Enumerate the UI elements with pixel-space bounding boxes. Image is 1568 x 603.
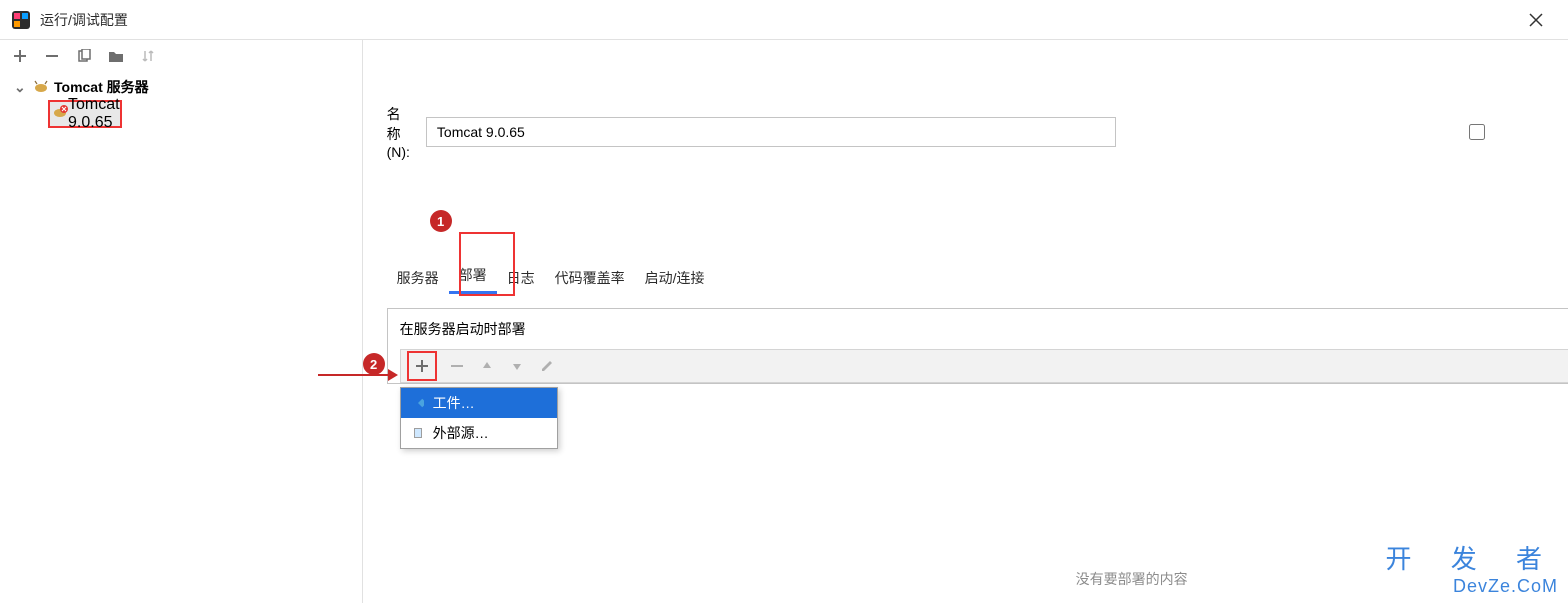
tomcat-icon [32,79,50,95]
titlebar: 运行/调试配置 [0,0,1568,40]
store-as-project-checkbox[interactable]: 存储为项目文件(S) [1132,54,1568,210]
edit-deployment-button[interactable] [537,356,557,376]
dropdown-item-external-label: 外部源… [433,423,489,443]
watermark-line1: 开 发 者 [1386,539,1558,576]
dropdown-item-artifact[interactable]: 工件… [401,388,557,418]
tab-deploy[interactable]: 部署 [449,259,497,294]
tabs: 1 服务器 部署 日志 代码覆盖率 启动/连接 [387,258,1568,294]
left-toolbar [0,40,362,72]
move-down-button[interactable] [507,356,527,376]
tomcat-error-icon [52,105,68,124]
add-deployment-button[interactable] [407,351,437,381]
tab-startup[interactable]: 启动/连接 [635,262,715,294]
tree-child-label: Tomcat 9.0.65 [68,96,120,132]
folder-config-button[interactable] [106,46,126,66]
dropdown-item-external[interactable]: 外部源… [401,418,557,448]
close-button[interactable] [1516,0,1556,40]
tree-child-tomcat[interactable]: Tomcat 9.0.65 [48,100,122,128]
tree-root-tomcat[interactable]: ⌄ Tomcat 服务器 [0,74,362,100]
deploy-section-label: 在服务器启动时部署 [400,319,1568,339]
watermark-line2: DevZe.CoM [1386,576,1558,597]
right-panel: 名称(N): 存储为项目文件(S) 1 服务器 部署 日志 代码覆盖率 启动/连… [363,40,1568,603]
config-tree: ⌄ Tomcat 服务器 Tomcat 9.0.65 [0,72,362,603]
callout-1: 1 [430,210,452,232]
copy-config-button[interactable] [74,46,94,66]
tree-root-label: Tomcat 服务器 [54,77,149,97]
name-row: 名称(N): 存储为项目文件(S) [387,54,1568,210]
tab-logs[interactable]: 日志 [497,262,545,294]
add-deployment-dropdown: 工件… 外部源… [400,387,558,449]
name-label: 名称(N): [387,104,410,160]
external-source-icon [411,426,425,440]
callout-arrow [318,365,398,385]
sort-config-button[interactable] [138,46,158,66]
deploy-toolbar: 2 [400,349,1568,383]
remove-deployment-button[interactable] [447,356,467,376]
deploy-section: 在服务器启动时部署 2 工件… 外部源… 没有要部 [387,308,1568,384]
dropdown-item-artifact-label: 工件… [433,393,475,413]
window-title: 运行/调试配置 [40,10,1516,30]
store-checkbox-input[interactable] [1132,124,1568,140]
chevron-down-icon: ⌄ [14,79,28,96]
left-panel: ⌄ Tomcat 服务器 Tomcat 9.0.65 [0,40,363,603]
tab-coverage[interactable]: 代码覆盖率 [545,262,635,294]
watermark: 开 发 者 DevZe.CoM [1386,539,1558,597]
artifact-icon [411,396,425,410]
name-input[interactable] [426,117,1116,147]
tab-server[interactable]: 服务器 [387,262,449,294]
remove-config-button[interactable] [42,46,62,66]
move-up-button[interactable] [477,356,497,376]
app-icon [12,11,30,29]
add-config-button[interactable] [10,46,30,66]
